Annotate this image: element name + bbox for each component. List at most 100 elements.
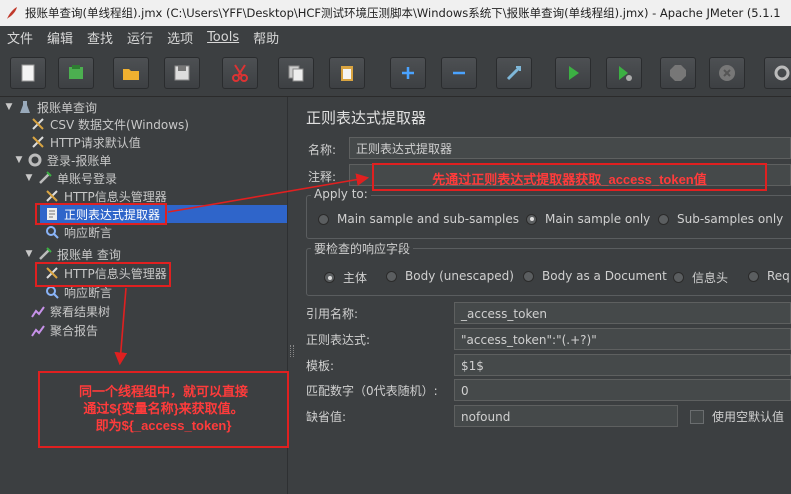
tree-item-label: 单账号登录 — [57, 171, 118, 186]
match-no-label: 匹配数字（0代表随机）: — [306, 384, 438, 398]
tree-item-login-sampler[interactable]: ▼ 单账号登录 — [24, 169, 117, 187]
ref-name-label: 引用名称: — [306, 307, 359, 321]
template-field[interactable]: $1$ — [454, 354, 791, 376]
toolbar — [0, 48, 791, 97]
radio-body[interactable]: 主体 — [324, 269, 367, 286]
window-title: 报账单查询(单线程组).jmx (C:\Users\YFF\Desktop\HC… — [25, 6, 781, 20]
expand-arrow-icon[interactable]: ▼ — [24, 173, 34, 183]
toggle-button[interactable] — [496, 57, 532, 89]
tree-item-label: HTTP请求默认值 — [50, 135, 141, 150]
tree-item-label: CSV 数据文件(Windows) — [50, 117, 189, 132]
menu-help[interactable]: 帮助 — [246, 28, 286, 47]
default-value-label: 缺省值: — [306, 410, 347, 424]
radio-dot-icon — [324, 272, 335, 283]
paste-icon — [341, 66, 353, 81]
splitter-grip-icon[interactable] — [290, 345, 294, 357]
tree-item-results-tree[interactable]: 察看结果树 — [30, 302, 110, 320]
menu-run[interactable]: 运行 — [120, 28, 160, 47]
open-button[interactable] — [113, 57, 149, 89]
stop-icon — [670, 65, 686, 81]
bottom-note-line-1: 同一个线程组中，就可以直接 — [78, 384, 248, 399]
checkbox-icon — [690, 409, 704, 424]
tree-item-label: 报账单查询 — [37, 100, 98, 115]
open-icon — [123, 69, 139, 80]
cut-icon — [232, 64, 248, 82]
listener-icon — [30, 303, 46, 319]
collapse-all-button[interactable] — [441, 57, 477, 89]
regex-field[interactable]: "access_token":"(.+?)" — [454, 328, 791, 350]
tree-item-label: 察看结果树 — [50, 304, 111, 319]
menu-file[interactable]: 文件 — [0, 28, 40, 47]
config-icon — [30, 134, 46, 150]
regex-extractor-editor: 正则表达式提取器 名称: 正则表达式提取器 注释: Apply to: Main… — [296, 97, 791, 494]
radio-main-only[interactable]: Main sample only — [526, 212, 650, 226]
tree-item-csv-config[interactable]: CSV 数据文件(Windows) — [30, 115, 189, 133]
radio-main-and-sub[interactable]: Main sample and sub-samples — [318, 212, 519, 226]
tree-item-http-defaults[interactable]: HTTP请求默认值 — [30, 133, 141, 151]
tree-item-label: 登录-报账单 — [47, 153, 112, 168]
expand-icon — [402, 67, 414, 79]
menu-search[interactable]: 查找 — [80, 28, 120, 47]
clear-icon — [774, 65, 790, 81]
sampler-icon — [37, 170, 53, 186]
test-plan-icon — [17, 99, 33, 115]
bottom-note-text: 同一个线程组中，就可以直接 通过${变量名称}来获取值。 即为${_access… — [38, 383, 289, 434]
save-button[interactable] — [164, 57, 200, 89]
match-no-field[interactable]: 0 — [454, 379, 791, 401]
tree-item-assertion-1[interactable]: 响应断言 — [44, 223, 112, 241]
copy-button[interactable] — [278, 57, 314, 89]
tree-item-thread-group[interactable]: ▼ 登录-报账单 — [14, 151, 111, 169]
radio-request-headers[interactable]: Req — [748, 269, 790, 283]
templates-button[interactable] — [58, 57, 94, 89]
expand-all-button[interactable] — [390, 57, 426, 89]
config-icon — [44, 188, 60, 204]
name-field[interactable]: 正则表达式提取器 — [349, 137, 791, 159]
use-empty-default-checkbox[interactable]: 使用空默认值 — [690, 408, 784, 425]
expand-arrow-icon[interactable]: ▼ — [4, 102, 14, 112]
templates-icon — [69, 65, 83, 79]
apply-to-title: Apply to: — [311, 187, 371, 201]
shutdown-button[interactable] — [709, 57, 745, 89]
cut-button[interactable] — [222, 57, 258, 89]
field-to-check-title: 要检查的响应字段 — [311, 240, 414, 257]
radio-body-unescaped[interactable]: Body (unescaped) — [386, 269, 514, 283]
menu-tools[interactable]: Tools — [200, 30, 246, 45]
menu-options[interactable]: 选项 — [160, 28, 200, 47]
tree-item-label: HTTP信息头管理器 — [64, 189, 167, 204]
radio-dot-icon — [386, 270, 397, 282]
bottom-note-line-2: 通过${变量名称}来获取值。 — [83, 401, 244, 416]
listener-icon — [30, 322, 46, 338]
start-icon — [569, 66, 579, 80]
paste-button[interactable] — [329, 57, 365, 89]
radio-dot-icon — [523, 270, 534, 282]
expand-arrow-icon[interactable]: ▼ — [14, 155, 24, 165]
radio-dot-icon — [748, 270, 759, 282]
radio-dot-icon — [658, 213, 669, 225]
config-icon — [30, 116, 46, 132]
menu-edit[interactable]: 编辑 — [40, 28, 80, 47]
comment-label: 注释: — [308, 170, 337, 184]
window-titlebar: 报账单查询(单线程组).jmx (C:\Users\YFF\Desktop\HC… — [0, 0, 791, 26]
radio-sub-only[interactable]: Sub-samples only — [658, 212, 783, 226]
radio-body-as-document[interactable]: Body as a Document — [523, 269, 667, 283]
new-button[interactable] — [10, 57, 46, 89]
menu-bar: 文件 编辑 查找 运行 选项 Tools 帮助 — [0, 26, 791, 48]
default-value-field[interactable]: nofound — [454, 405, 678, 427]
sampler-icon — [37, 246, 53, 262]
stop-button[interactable] — [660, 57, 696, 89]
radio-headers[interactable]: 信息头 — [673, 269, 728, 286]
tree-item-test-plan[interactable]: ▼ 报账单查询 — [4, 98, 97, 116]
jmeter-feather-icon — [7, 7, 17, 19]
tree-item-aggregate-report[interactable]: 聚合报告 — [30, 321, 98, 339]
expand-arrow-icon[interactable]: ▼ — [24, 249, 34, 259]
thread-group-icon — [27, 152, 43, 168]
new-icon — [21, 64, 35, 82]
ref-name-field[interactable]: _access_token — [454, 302, 791, 324]
radio-dot-icon — [673, 272, 684, 283]
start-button[interactable] — [555, 57, 591, 89]
regex-label: 正则表达式: — [306, 333, 371, 347]
tree-item-query-sampler[interactable]: ▼ 报账单 查询 — [24, 245, 121, 263]
start-no-pauses-button[interactable] — [606, 57, 642, 89]
toggle-icon — [506, 65, 522, 81]
clear-button[interactable] — [764, 57, 791, 89]
